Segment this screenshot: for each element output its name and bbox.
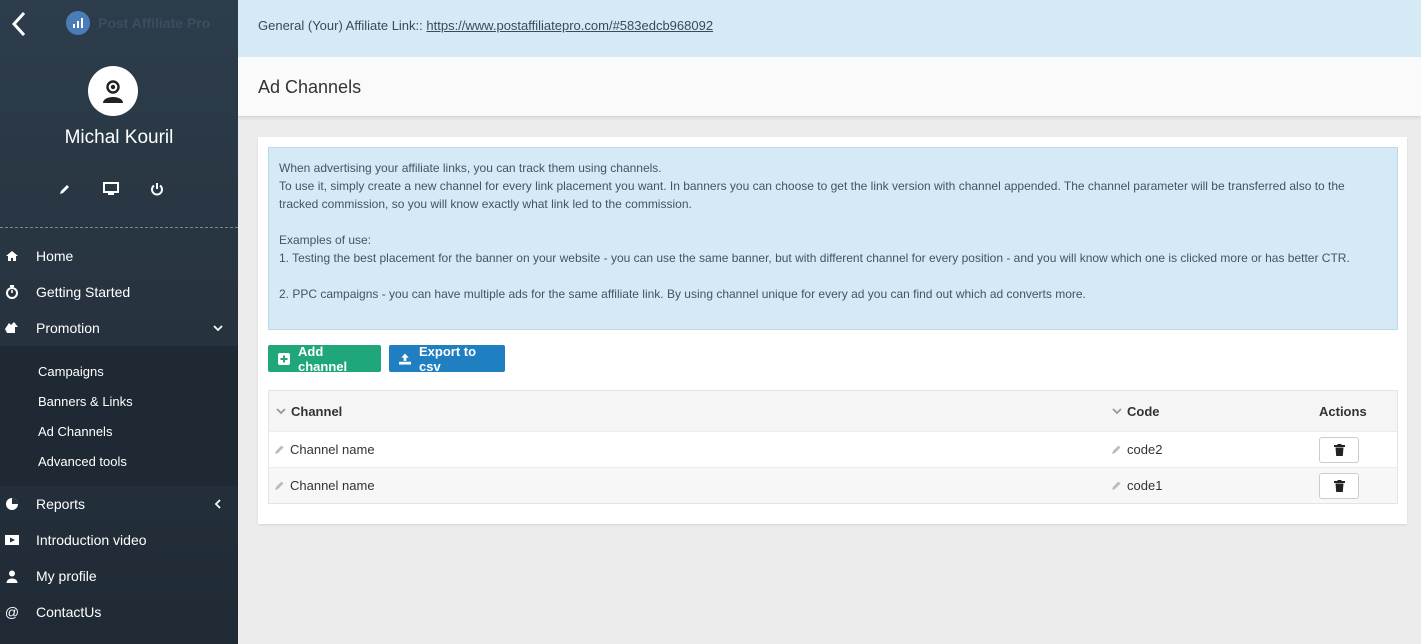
delete-button[interactable] bbox=[1319, 437, 1359, 463]
column-header-label: Channel bbox=[291, 403, 343, 419]
export-csv-label: Export to csv bbox=[419, 343, 477, 374]
sidebar-item-label: Promotion bbox=[36, 320, 100, 336]
table-header: Channel Code Actions bbox=[269, 391, 1397, 431]
chevron-down-icon[interactable] bbox=[1111, 405, 1123, 417]
plus-square-icon bbox=[278, 352, 290, 365]
channel-code-cell[interactable]: code1 bbox=[1111, 468, 1162, 503]
sidebar-item-ad-channels[interactable]: Ad Channels bbox=[0, 416, 238, 446]
info-text: When advertising your affiliate links, y… bbox=[279, 161, 662, 175]
pencil-icon[interactable] bbox=[1111, 480, 1122, 491]
info-text: 2. PPC campaigns - you can have multiple… bbox=[279, 287, 1086, 301]
affiliate-link[interactable]: https://www.postaffiliatepro.com/#583edc… bbox=[426, 18, 713, 33]
sidebar-item-advanced-tools[interactable]: Advanced tools bbox=[0, 446, 238, 476]
info-box: When advertising your affiliate links, y… bbox=[268, 147, 1398, 330]
channel-name: Channel name bbox=[290, 478, 375, 493]
sidebar-nav: Home Getting Started Promotion Campaigns… bbox=[0, 238, 238, 630]
chevron-left-icon[interactable] bbox=[212, 497, 224, 509]
column-header-actions: Actions bbox=[1319, 391, 1367, 431]
channel-name-cell[interactable]: Channel name bbox=[274, 432, 375, 467]
sidebar-item-reports[interactable]: Reports bbox=[0, 486, 238, 522]
sidebar-item-label: Reports bbox=[36, 496, 86, 512]
sidebar-item-introduction-video[interactable]: Introduction video bbox=[0, 522, 238, 558]
add-channel-label: Add channel bbox=[298, 343, 348, 374]
affiliate-link-label: General (Your) Affiliate Link:: bbox=[258, 18, 423, 33]
user-icon bbox=[103, 80, 123, 103]
pencil-icon[interactable] bbox=[274, 444, 285, 455]
sidebar-item-campaigns[interactable]: Campaigns bbox=[0, 356, 238, 386]
pencil-icon[interactable] bbox=[1111, 444, 1122, 455]
content-panel: When advertising your affiliate links, y… bbox=[258, 137, 1407, 524]
user-icon bbox=[4, 568, 20, 584]
channel-name: Channel name bbox=[290, 442, 375, 457]
channel-name-cell[interactable]: Channel name bbox=[274, 468, 375, 503]
column-header-channel[interactable]: Channel bbox=[275, 391, 342, 431]
info-text: To use it, simply create a new channel f… bbox=[279, 179, 1345, 211]
column-header-label: Code bbox=[1127, 403, 1160, 419]
promotion-submenu: Campaigns Banners & Links Ad Channels Ad… bbox=[0, 346, 238, 486]
sidebar-item-contactus[interactable]: @ ContactUs bbox=[0, 594, 238, 630]
monitor-icon[interactable] bbox=[102, 180, 120, 198]
channel-code: code2 bbox=[1127, 442, 1163, 457]
sidebar-item-label: Getting Started bbox=[36, 284, 131, 300]
sidebar-item-getting-started[interactable]: Getting Started bbox=[0, 274, 238, 310]
power-icon[interactable] bbox=[148, 180, 166, 198]
table-row: Channel name code1 bbox=[269, 467, 1397, 503]
sidebar-divider bbox=[0, 227, 238, 228]
pencil-icon[interactable] bbox=[274, 480, 285, 491]
delete-button[interactable] bbox=[1319, 473, 1359, 499]
pie-chart-icon bbox=[4, 496, 20, 512]
chevron-down-icon[interactable] bbox=[275, 405, 287, 417]
affiliate-link-bar: General (Your) Affiliate Link:: https://… bbox=[238, 0, 1421, 57]
channel-code-cell[interactable]: code2 bbox=[1111, 432, 1162, 467]
sidebar-item-promotion[interactable]: Promotion bbox=[0, 310, 238, 346]
sidebar-item-label: Introduction video bbox=[36, 532, 147, 548]
avatar[interactable] bbox=[88, 66, 138, 116]
user-name: Michal Kouril bbox=[64, 127, 174, 148]
sidebar-item-label: My profile bbox=[36, 568, 97, 584]
sidebar-item-label: ContactUs bbox=[36, 604, 102, 620]
channels-table: Channel Code Actions Channel name code2 … bbox=[268, 390, 1398, 504]
trash-icon bbox=[1333, 480, 1345, 492]
at-sign-icon: @ bbox=[4, 604, 20, 620]
sidebar-topbar: Post Affiliate Pro bbox=[0, 0, 238, 52]
table-row: Channel name code2 bbox=[269, 431, 1397, 467]
column-header-label: Actions bbox=[1319, 403, 1367, 419]
pencil-icon[interactable] bbox=[56, 180, 74, 198]
info-text: Examples of use: bbox=[279, 233, 372, 247]
user-actions bbox=[56, 180, 166, 198]
sidebar-item-home[interactable]: Home bbox=[0, 238, 238, 274]
sidebar-item-my-profile[interactable]: My profile bbox=[0, 558, 238, 594]
upload-icon bbox=[399, 352, 411, 365]
sidebar-item-banners-links[interactable]: Banners & Links bbox=[0, 386, 238, 416]
export-csv-button[interactable]: Export to csv bbox=[389, 343, 505, 374]
logo: Post Affiliate Pro bbox=[66, 11, 210, 35]
page-header: Ad Channels bbox=[238, 57, 1421, 117]
add-channel-button[interactable]: Add channel bbox=[268, 343, 381, 374]
sidebar: Post Affiliate Pro Michal Kouril Home Ge… bbox=[0, 0, 238, 644]
sidebar-item-label: Home bbox=[36, 248, 74, 264]
logo-text: Post Affiliate Pro bbox=[98, 15, 211, 31]
video-icon bbox=[4, 532, 20, 548]
page-title: Ad Channels bbox=[258, 77, 362, 97]
home-icon bbox=[4, 248, 20, 264]
info-text: 1. Testing the best placement for the ba… bbox=[279, 251, 1350, 265]
stopwatch-icon bbox=[4, 284, 20, 300]
trash-icon bbox=[1333, 444, 1345, 456]
promotion-icon bbox=[4, 320, 20, 336]
channel-code: code1 bbox=[1127, 478, 1163, 493]
chevron-down-icon[interactable] bbox=[212, 321, 224, 333]
column-header-code[interactable]: Code bbox=[1111, 391, 1160, 431]
logo-icon bbox=[66, 11, 90, 35]
back-arrow-icon[interactable] bbox=[8, 10, 32, 38]
